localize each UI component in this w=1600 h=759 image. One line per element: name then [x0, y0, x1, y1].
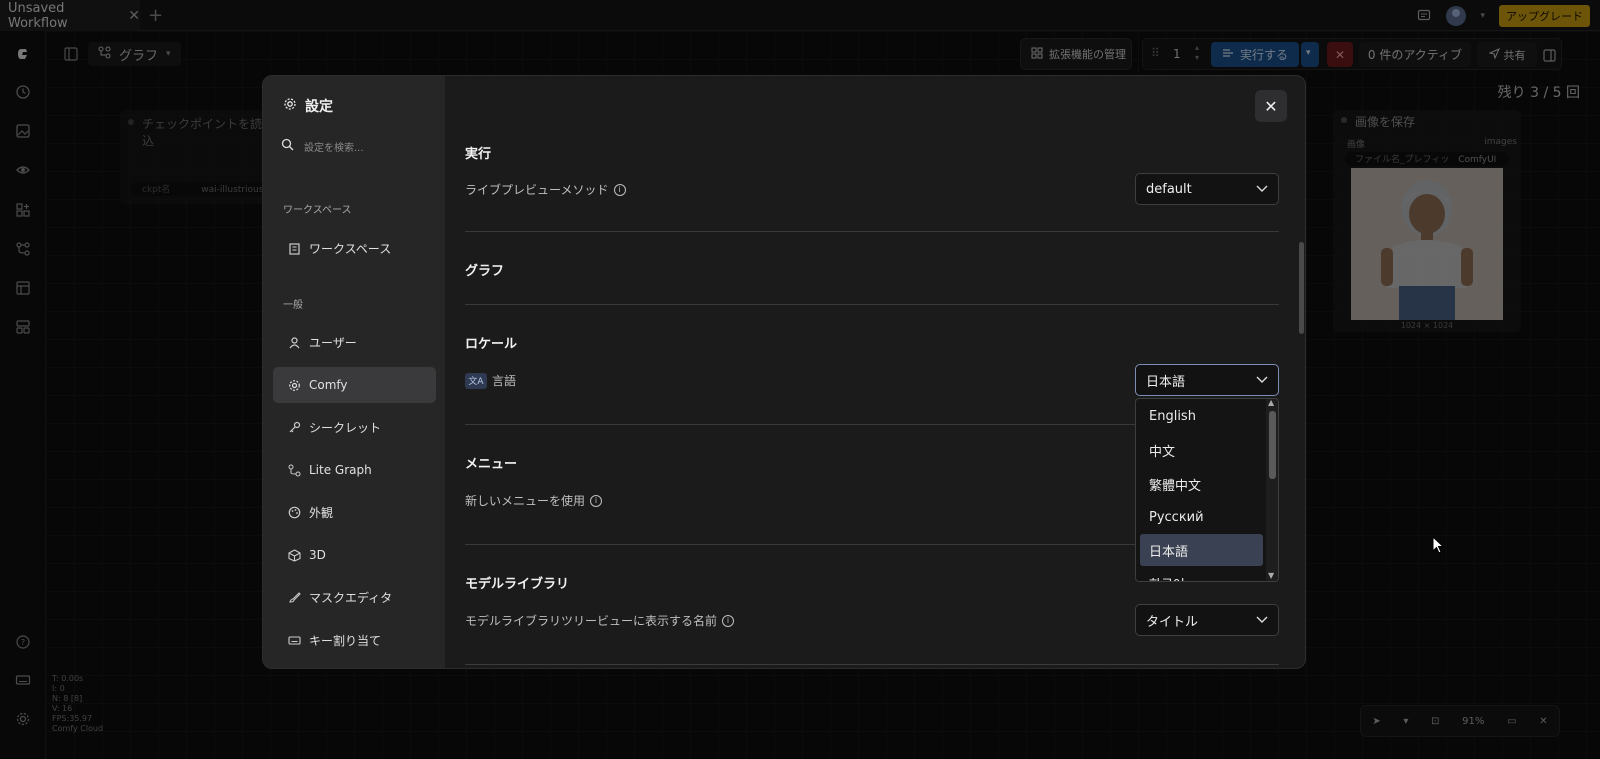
mouse-cursor-icon	[1432, 535, 1445, 558]
sidebar-item-mask-editor[interactable]: マスクエディタ	[273, 579, 436, 615]
select-value: 日本語	[1146, 374, 1186, 390]
language-option-selected[interactable]: 日本語	[1140, 534, 1263, 566]
settings-search[interactable]: 設定を検索...	[281, 138, 364, 154]
setting-model-name-display: モデルライブラリツリービューに表示する名前 i	[465, 612, 735, 629]
palette-icon	[287, 505, 301, 519]
sidebar-item-label: Comfy	[309, 378, 348, 392]
brush-icon	[287, 590, 301, 604]
language-option[interactable]: Русский	[1140, 501, 1263, 533]
setting-label: モデルライブラリツリービューに表示する名前	[465, 614, 718, 628]
sidebar-item-label: シークレット	[309, 420, 382, 435]
setting-label: ライブプレビューメソッド	[465, 183, 609, 197]
chevron-down-icon	[1256, 182, 1268, 197]
info-icon[interactable]: i	[613, 183, 626, 196]
divider	[465, 231, 1279, 232]
search-icon	[281, 138, 294, 154]
gear-icon	[287, 378, 301, 392]
language-select[interactable]: 日本語	[1135, 364, 1279, 396]
sidebar-item-label: ワークスペース	[309, 241, 392, 256]
live-preview-select[interactable]: default	[1135, 173, 1279, 205]
sidebar-item-label: 外観	[309, 505, 334, 520]
group-label-general: 一般	[283, 300, 303, 311]
section-title-graph: グラフ	[465, 264, 505, 279]
divider	[465, 664, 1279, 665]
scroll-down-icon[interactable]: ▼	[1268, 571, 1274, 580]
settings-sidebar: 設定 設定を検索... ワークスペース ワークスペース 一般 ユーザー Comf…	[263, 76, 445, 668]
section-title-model-library: モデルライブラリ	[465, 577, 570, 592]
sidebar-item-user[interactable]: ユーザー	[273, 324, 436, 360]
sidebar-item-keybinds[interactable]: キー割り当て	[273, 622, 436, 658]
section-title-locale: ロケール	[465, 337, 518, 352]
chevron-down-icon	[1256, 373, 1268, 388]
building-icon	[287, 241, 301, 255]
setting-new-menu: 新しいメニューを使用 i	[465, 492, 603, 509]
language-dropdown: English 中文 繁體中文 Русский 日本語 한국어 ▲ ▼	[1135, 398, 1279, 582]
setting-language: 文A 言語	[465, 372, 516, 389]
key-icon	[287, 420, 301, 434]
settings-scrollbar[interactable]	[1299, 136, 1305, 666]
dropdown-scroll-thumb[interactable]	[1269, 411, 1276, 479]
divider	[465, 304, 1279, 305]
sidebar-item-label: マスクエディタ	[309, 590, 393, 605]
language-option[interactable]: 中文	[1140, 434, 1263, 466]
sidebar-item-label: 3D	[309, 548, 326, 562]
sidebar-item-comfy[interactable]: Comfy	[273, 367, 436, 403]
select-value: default	[1146, 181, 1192, 197]
sidebar-item-workspace[interactable]: ワークスペース	[273, 230, 436, 266]
info-icon[interactable]: i	[590, 494, 603, 507]
model-name-select[interactable]: タイトル	[1135, 604, 1279, 636]
scroll-up-icon[interactable]: ▲	[1268, 399, 1274, 407]
sidebar-item-3d[interactable]: 3D	[273, 537, 436, 573]
sidebar-item-label: ユーザー	[309, 335, 357, 350]
setting-label: 言語	[492, 374, 517, 388]
language-option[interactable]: 한국어	[1140, 567, 1263, 582]
search-input[interactable]: 設定を検索...	[304, 139, 364, 154]
info-icon[interactable]: i	[722, 614, 735, 627]
settings-scroll-thumb[interactable]	[1299, 242, 1304, 334]
sidebar-item-label: Lite Graph	[309, 463, 372, 477]
settings-title-text: 設定	[305, 99, 333, 115]
settings-content: 実行 ライブプレビューメソッド i default グラフ ロケール 文A 言語…	[465, 76, 1279, 668]
section-title-menu: メニュー	[465, 457, 518, 472]
sidebar-item-lite-graph[interactable]: Lite Graph	[273, 452, 436, 488]
sidebar-item-label: キー割り当て	[309, 633, 382, 648]
sidebar-item-appearance[interactable]: 外観	[273, 494, 436, 530]
setting-label: 新しいメニューを使用	[465, 494, 586, 508]
setting-live-preview: ライブプレビューメソッド i	[465, 181, 626, 198]
chevron-down-icon	[1256, 613, 1268, 628]
language-option[interactable]: English	[1140, 400, 1263, 432]
group-label-workspace: ワークスペース	[283, 205, 352, 216]
cube-icon	[287, 548, 301, 562]
sidebar-item-secrets[interactable]: シークレット	[273, 409, 436, 445]
gear-icon	[283, 97, 297, 115]
section-title-execution: 実行	[465, 147, 492, 162]
translate-icon: 文A	[465, 372, 487, 389]
settings-dialog: 設定 設定を検索... ワークスペース ワークスペース 一般 ユーザー Comf…	[262, 75, 1306, 669]
keyboard-icon	[287, 633, 301, 647]
language-option[interactable]: 繁體中文	[1140, 468, 1263, 500]
settings-title: 設定	[283, 96, 333, 116]
user-icon	[287, 335, 301, 349]
graph-icon	[287, 463, 301, 477]
select-value: タイトル	[1146, 614, 1199, 630]
dropdown-scrollbar[interactable]: ▲ ▼	[1266, 399, 1278, 581]
